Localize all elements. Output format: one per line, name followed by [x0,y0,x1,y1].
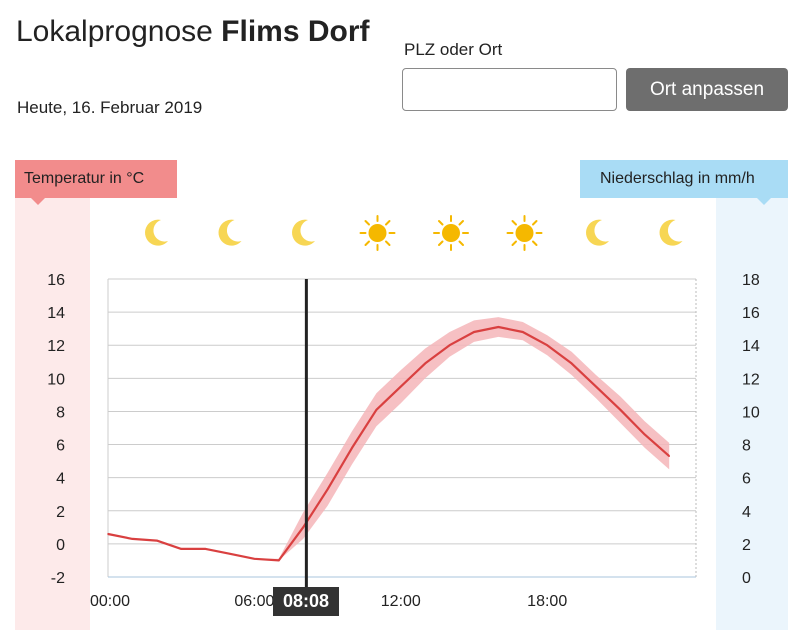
temperature-point [131,538,134,540]
precipitation-tick-label: 16 [742,305,760,322]
sun-icon [433,215,469,251]
temperature-point [107,533,109,535]
temperature-point [570,362,573,365]
time-tick-label: 18:00 [527,593,567,610]
temperature-range-band [108,317,670,561]
precipitation-tick-label: 12 [742,371,760,388]
temperature-point [302,526,305,529]
temperature-point [253,557,256,560]
precipitation-tick-label: 8 [742,438,751,455]
moon-shape [218,219,242,246]
precipitation-tick-label: 6 [742,471,751,488]
temperature-tick-label: 2 [56,504,65,521]
sun-ray [438,220,444,226]
sun-ray [532,240,538,246]
temperature-point [156,539,158,542]
sun-icon [506,215,543,251]
temperature-tick-label: 6 [56,438,65,455]
sun-ray [511,240,517,246]
moon-icon [586,219,609,246]
sun-ray [438,240,444,246]
temperature-point [400,385,402,388]
time-tick-label: 12:00 [381,593,421,610]
temperature-point [546,344,548,347]
temperature-tick-labels: 16 14 12 10 8 6 4 2 0 -2 [47,272,65,587]
sun-ray [511,220,517,226]
temperature-point [424,362,427,365]
precipitation-tick-labels: 18 16 14 12 10 8 6 4 2 0 [742,272,760,587]
moon-shape [145,219,168,246]
temperature-point [522,331,524,333]
temperature-tick-label: 12 [47,338,65,355]
temperature-point [473,331,475,333]
sun-ray [364,220,370,226]
sun-core [442,224,460,242]
chart-grid [107,278,697,578]
temperature-line-group [107,325,670,562]
temperature-point [668,455,670,457]
temperature-tick-label: 8 [56,404,65,421]
temperature-tick-label: 14 [47,305,65,322]
sun-ray [385,240,391,246]
temperature-point [204,548,207,550]
moon-icon [218,219,242,246]
temperature-tick-label: 10 [47,371,65,388]
sun-core [368,224,387,242]
moon-shape [659,219,683,246]
temperature-point [619,408,622,411]
sun-core [515,224,534,242]
sun-ray [385,220,391,226]
moon-shape [586,219,609,246]
temperature-point [595,385,597,388]
precipitation-tick-label: 4 [742,504,751,521]
sun-icon [359,215,396,251]
moon-icon [145,219,168,246]
temperature-point [278,559,280,562]
temperature-tick-label: -2 [51,570,65,587]
time-tick-label: 00:00 [90,593,130,610]
weather-icon-row [145,215,683,251]
temperature-line [107,325,670,562]
precipitation-tick-label: 0 [742,570,751,587]
temperature-point [375,408,378,411]
precipitation-tick-label: 10 [742,404,760,421]
precipitation-tick-label: 2 [742,537,751,554]
temperature-point [326,488,329,491]
precipitation-tick-label: 14 [742,338,760,355]
precipitation-tick-label: 18 [742,272,760,289]
current-time-label: 08:08 [273,587,339,616]
temperature-point [644,433,646,436]
sun-ray [364,240,370,246]
temperature-point [497,326,500,328]
temperature-tick-label: 0 [56,537,65,554]
temperature-tick-label: 16 [47,272,65,289]
sun-ray [532,220,538,226]
temperature-point [351,447,353,449]
temperature-tick-label: 4 [56,471,65,488]
temperature-point [180,548,182,550]
moon-icon [659,219,683,246]
temperature-point [448,344,451,347]
sun-ray [458,240,464,246]
temperature-chart: 16 14 12 10 8 6 4 2 0 -2 18 16 14 12 10 8 6 4 2 0 00:00 06:… [47,215,760,610]
moon-icon [292,219,315,246]
moon-shape [292,219,315,246]
temperature-band [108,317,670,561]
sun-ray [458,220,464,226]
time-tick-label: 06:00 [234,593,274,610]
temperature-point [229,553,231,555]
